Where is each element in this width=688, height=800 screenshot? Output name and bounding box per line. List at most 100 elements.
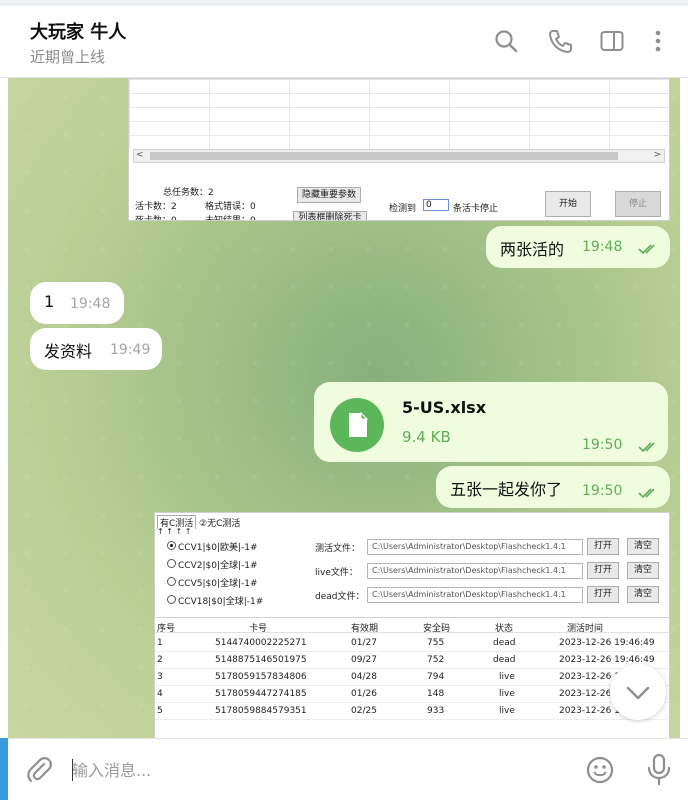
message-time: 19:50 [582, 483, 623, 499]
cvv: 794 [427, 672, 445, 682]
check-time: 2023-12-26 19:46:49 [559, 638, 655, 648]
detect-label: 检测到 [389, 204, 417, 214]
option-label: CCV2|$0|全球|-1# [178, 561, 258, 571]
status: live [499, 689, 515, 699]
format-errors: 格式错误：0 [205, 202, 256, 212]
scroll-down-button[interactable] [610, 664, 666, 720]
chat-title[interactable]: 大玩家 牛人 [30, 18, 126, 44]
double-check-icon [638, 244, 655, 255]
card-number: 5144740002225271 [215, 638, 307, 648]
mic-icon[interactable] [644, 753, 674, 787]
cvv: 148 [427, 689, 445, 699]
search-icon[interactable] [493, 28, 519, 54]
status: live [499, 706, 515, 716]
screenshot-image-2[interactable]: 有C测活 ②无C测活 ↑ ↑ ↑ ↑ CCV1|$0|欧美|-1# CCV2|$… [154, 512, 670, 738]
paperclip-icon[interactable] [24, 755, 54, 785]
message-outgoing-1[interactable]: 两张活的 19:48 [486, 226, 670, 268]
arrow-markers: ↑ ↑ ↑ ↑ [157, 527, 192, 536]
top-strip [0, 0, 688, 6]
option-label: CCV5|$0|全球|-1# [178, 579, 258, 589]
message-time: 19:50 [582, 437, 623, 453]
clear-button: 清空 [627, 586, 659, 603]
row-index: 4 [157, 689, 163, 699]
expiry: 01/27 [351, 638, 377, 648]
message-text: 五张一起发你了 [450, 480, 563, 499]
expiry: 02/25 [351, 706, 377, 716]
column-header: 测活时间 [567, 624, 604, 634]
option-radio [167, 595, 176, 604]
tab-no-cvv: ②无C测活 [199, 519, 241, 529]
table-header: 序号 卡号 有效期 安全码 状态 测活时间 [155, 617, 669, 634]
column-header: 安全码 [423, 624, 451, 634]
row-index: 3 [157, 672, 163, 682]
message-text: 1 [44, 292, 55, 311]
spreadsheet-grid [129, 79, 669, 149]
double-check-icon [638, 488, 655, 499]
chevron-right-icon: > [653, 150, 661, 160]
phone-icon[interactable] [547, 28, 573, 54]
open-button: 打开 [587, 586, 619, 603]
message-time: 19:48 [70, 296, 111, 312]
expiry: 01/26 [351, 689, 377, 699]
start-button: 开始 [545, 191, 591, 217]
card-number: 5178059157834806 [215, 672, 307, 682]
message-time: 19:48 [582, 239, 623, 255]
status: live [499, 672, 515, 682]
file-name[interactable]: 5-US.xlsx [402, 398, 486, 417]
live-out-label: live文件： [315, 568, 358, 578]
table-row: 1 5144740002225271 01/27 755 dead 2023-1… [155, 635, 669, 652]
chat-status: 近期曾上线 [30, 48, 106, 66]
status: dead [493, 638, 516, 648]
file-size: 9.4 KB [402, 428, 451, 446]
message-incoming-2[interactable]: 发资料 19:49 [30, 328, 162, 370]
cvv: 752 [427, 655, 445, 665]
live-file-path: C:\Users\Administrator\Desktop\Flashchec… [367, 539, 583, 555]
horizontal-scrollbar: < > [133, 149, 665, 163]
cvv: 755 [427, 638, 445, 648]
column-header: 状态 [495, 624, 514, 634]
row-index: 1 [157, 638, 163, 648]
clear-button: 清空 [627, 538, 659, 555]
table-row: 5 5178059884579351 02/25 933 live 2023-1… [155, 703, 669, 720]
double-check-icon [638, 442, 655, 453]
live-file-label: 测活文件： [315, 544, 361, 554]
unknown-results: 未知结果：0 [205, 216, 256, 221]
row-index: 2 [157, 655, 163, 665]
message-outgoing-2[interactable]: 五张一起发你了 19:50 [436, 466, 670, 508]
emoji-icon[interactable] [585, 755, 615, 785]
open-button: 打开 [587, 538, 619, 555]
message-input[interactable] [72, 757, 552, 783]
option-radio [167, 559, 176, 568]
delete-dead-button: 列表框删除死卡 [293, 211, 367, 220]
chat-area[interactable]: < > 总任务数：2 活卡数：2 格式错误：0 死卡数：0 未知结果：0 隐藏重… [8, 78, 680, 738]
live-out-path: C:\Users\Administrator\Desktop\Flashchec… [367, 563, 583, 579]
expiry: 09/27 [351, 655, 377, 665]
table-row: 3 5178059157834806 04/28 794 live 2023-1… [155, 669, 669, 686]
message-time: 19:49 [110, 342, 151, 358]
file-icon [349, 411, 369, 437]
table-row: 2 5148875146501975 09/27 752 dead 2023-1… [155, 652, 669, 669]
total-tasks: 总任务数：2 [163, 188, 214, 198]
message-file[interactable]: 5-US.xlsx 9.4 KB 19:50 [314, 382, 668, 462]
column-header: 有效期 [351, 624, 379, 634]
open-button: 打开 [587, 562, 619, 579]
column-header: 序号 [157, 624, 176, 634]
live-cards: 活卡数：2 [135, 202, 177, 212]
card-number: 5148875146501975 [215, 655, 307, 665]
message-text: 两张活的 [500, 240, 565, 259]
composer-bar [0, 738, 688, 800]
chat-header: 大玩家 牛人 近期曾上线 [0, 0, 688, 78]
option-label: CCV18|$0|全球|-1# [178, 597, 264, 607]
sidebar-toggle-icon[interactable] [599, 28, 625, 54]
row-index: 5 [157, 706, 163, 716]
window-edge-accent [0, 738, 8, 800]
detect-suffix: 条活卡停止 [453, 204, 499, 214]
dead-out-label: dead文件： [315, 592, 365, 602]
screenshot-image-1[interactable]: < > 总任务数：2 活卡数：2 格式错误：0 死卡数：0 未知结果：0 隐藏重… [128, 78, 670, 221]
file-download-button[interactable] [330, 398, 384, 452]
cvv: 933 [427, 706, 445, 716]
expiry: 04/28 [351, 672, 377, 682]
hide-params-button: 隐藏重要参数 [297, 187, 361, 203]
message-incoming-1[interactable]: 1 19:48 [30, 282, 124, 324]
more-vert-icon[interactable] [645, 28, 671, 54]
